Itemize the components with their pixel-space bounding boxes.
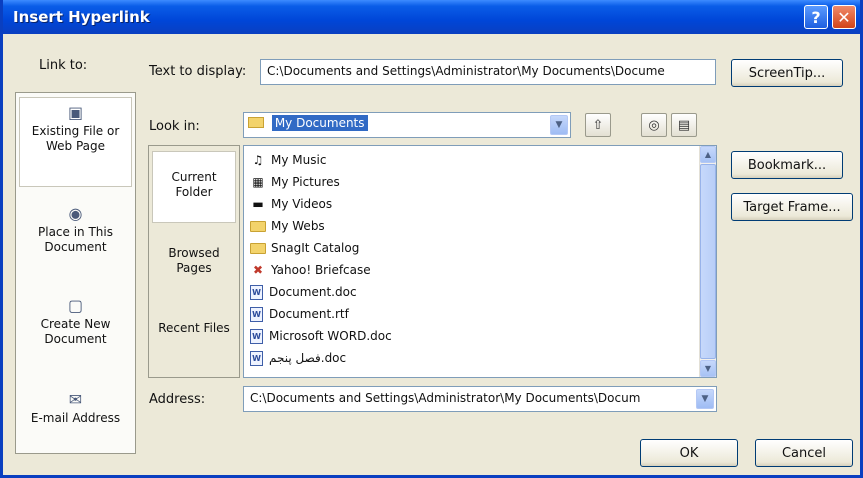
- document-place-icon: ◉: [68, 204, 83, 223]
- screentip-button[interactable]: ScreenTip...: [731, 59, 843, 87]
- list-item[interactable]: W Microsoft WORD.doc: [250, 326, 392, 346]
- word-document-icon: W: [250, 328, 263, 344]
- chevron-down-icon[interactable]: ▼: [550, 115, 568, 135]
- list-item[interactable]: My Webs: [250, 216, 325, 236]
- email-icon: ✉: [68, 390, 83, 409]
- word-document-icon: W: [250, 306, 263, 322]
- link-place-in-document[interactable]: ◉ Place in This Document: [19, 199, 132, 279]
- link-existing-file[interactable]: ▣ Existing File or Web Page: [19, 97, 132, 187]
- look-in-combo[interactable]: My Documents ▼: [243, 112, 571, 138]
- link-item-label: E-mail Address: [30, 411, 121, 425]
- folder-icon: [248, 117, 264, 128]
- list-item[interactable]: ▦ My Pictures: [250, 172, 340, 192]
- text-to-display-input[interactable]: C:\Documents and Settings\Administrator\…: [260, 59, 716, 85]
- target-frame-button[interactable]: Target Frame...: [731, 193, 853, 221]
- link-create-new-document[interactable]: ▢ Create New Document: [19, 291, 132, 371]
- chevron-down-icon[interactable]: ▼: [696, 389, 714, 409]
- bookmark-button[interactable]: Bookmark...: [731, 151, 843, 179]
- file-name: My Videos: [271, 197, 333, 211]
- tab-browsed-pages[interactable]: Browsed Pages: [152, 236, 236, 276]
- dialog-title: Insert Hyperlink: [13, 8, 150, 26]
- link-email-address[interactable]: ✉ E-mail Address: [19, 385, 132, 451]
- file-name: Yahoo! Briefcase: [271, 263, 371, 277]
- look-in-label: Look in:: [149, 119, 200, 134]
- file-name: My Pictures: [271, 175, 340, 189]
- file-name: My Music: [271, 153, 327, 167]
- list-item[interactable]: W فصل پنجم.doc: [250, 348, 346, 368]
- link-to-label: Link to:: [39, 58, 88, 73]
- folder-up-icon: ⇧: [592, 117, 604, 133]
- ok-button[interactable]: OK: [640, 439, 738, 467]
- folder-icon: [250, 242, 266, 254]
- music-folder-icon: ♫: [252, 153, 264, 167]
- file-name: فصل پنجم.doc: [269, 351, 347, 365]
- list-item[interactable]: W Document.doc: [250, 282, 357, 302]
- close-button[interactable]: ✕: [832, 5, 856, 29]
- tab-recent-files[interactable]: Recent Files: [152, 311, 236, 351]
- look-in-value: My Documents: [271, 114, 368, 131]
- browse-web-button[interactable]: ◎: [641, 113, 667, 137]
- address-combo[interactable]: C:\Documents and Settings\Administrator\…: [243, 386, 717, 412]
- file-list[interactable]: ♫ My Music ▦ My Pictures ▬ My Videos My …: [243, 145, 717, 378]
- text-to-display-label: Text to display:: [149, 64, 247, 79]
- globe-search-icon: ◎: [648, 117, 660, 133]
- new-document-icon: ▢: [67, 296, 84, 315]
- look-in-nav: Current Folder Browsed Pages Recent File…: [148, 145, 240, 378]
- file-name: My Webs: [271, 219, 325, 233]
- link-item-label: Create New Document: [40, 317, 111, 346]
- briefcase-icon: ✖: [252, 263, 264, 277]
- help-button[interactable]: ?: [804, 5, 828, 29]
- address-label: Address:: [149, 392, 206, 407]
- folder-icon: [250, 220, 266, 232]
- file-name: Document.doc: [269, 285, 357, 299]
- link-to-bar: ▣ Existing File or Web Page ◉ Place in T…: [15, 92, 136, 454]
- tab-current-folder[interactable]: Current Folder: [152, 151, 236, 223]
- list-item[interactable]: ✖ Yahoo! Briefcase: [250, 260, 371, 280]
- scroll-up-icon[interactable]: ▲: [700, 146, 716, 163]
- web-page-icon: ▣: [67, 103, 84, 122]
- file-name: SnagIt Catalog: [271, 241, 360, 255]
- word-document-icon: W: [250, 350, 263, 366]
- scroll-down-icon[interactable]: ▼: [700, 360, 716, 377]
- videos-folder-icon: ▬: [252, 197, 264, 211]
- pictures-folder-icon: ▦: [252, 175, 264, 189]
- link-item-label: Existing File or Web Page: [31, 124, 120, 153]
- title-bar[interactable]: Insert Hyperlink ? ✕: [3, 0, 860, 34]
- word-document-icon: W: [250, 284, 263, 300]
- list-item[interactable]: SnagIt Catalog: [250, 238, 359, 258]
- list-item[interactable]: ▬ My Videos: [250, 194, 332, 214]
- cancel-button[interactable]: Cancel: [755, 439, 853, 467]
- insert-hyperlink-dialog: Insert Hyperlink ? ✕ Link to: ▣ Existing…: [0, 0, 863, 478]
- address-value: C:\Documents and Settings\Administrator\…: [250, 391, 641, 405]
- up-one-folder-button[interactable]: ⇧: [585, 113, 611, 137]
- scroll-thumb[interactable]: [700, 164, 716, 359]
- open-folder-icon: ▤: [677, 117, 691, 133]
- file-name: Document.rtf: [269, 307, 349, 321]
- list-item[interactable]: ♫ My Music: [250, 150, 327, 170]
- list-item[interactable]: W Document.rtf: [250, 304, 349, 324]
- file-list-scrollbar[interactable]: ▲ ▼: [699, 146, 716, 377]
- file-name: Microsoft WORD.doc: [269, 329, 392, 343]
- link-item-label: Place in This Document: [38, 225, 113, 254]
- browse-file-button[interactable]: ▤: [671, 113, 697, 137]
